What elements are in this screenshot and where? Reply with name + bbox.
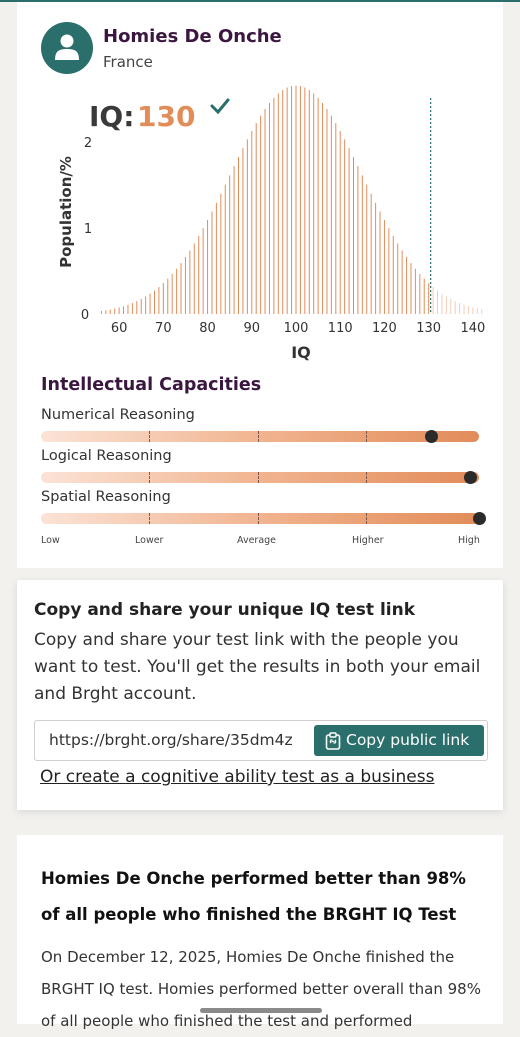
level-low: Low — [41, 535, 60, 546]
bar-tick — [366, 472, 368, 483]
x-tick-label: 100 — [284, 321, 309, 336]
capacity-knob-logical — [464, 471, 478, 484]
y-axis-label: Population/% — [57, 156, 75, 268]
x-tick-label: 140 — [460, 321, 485, 336]
performance-body: On December 12, 2025, Homies De Onche fi… — [41, 948, 481, 1030]
capacity-label-spatial: Spatial Reasoning — [41, 489, 171, 505]
capacities-title: Intellectual Capacities — [41, 375, 262, 395]
x-tick-label: 130 — [416, 321, 441, 336]
bar-tick — [149, 472, 151, 483]
share-link-field[interactable]: https://brght.org/share/35dm4z Copy publ… — [34, 720, 488, 761]
x-tick-label: 70 — [155, 321, 172, 336]
capacity-knob-spatial — [473, 512, 486, 525]
x-tick-label: 80 — [199, 321, 216, 336]
bar-tick — [366, 513, 368, 524]
bar-tick — [258, 472, 260, 483]
level-high: High — [458, 535, 480, 546]
level-higher: Higher — [352, 535, 384, 546]
capacity-bar-spatial — [41, 512, 486, 525]
copy-public-link-button[interactable]: Copy public link — [314, 725, 484, 756]
x-tick-label: 110 — [328, 321, 353, 336]
performance-title: Homies De Onche performed better than 98… — [41, 869, 466, 924]
iq-label: IQ: — [89, 100, 134, 133]
level-average: Average — [237, 535, 277, 546]
share-title: Copy and share your unique IQ test link — [34, 600, 416, 620]
iq-distribution-chart: IQ: 130 Population/% IQ 60 70 80 90 100 110 12… — [57, 85, 485, 362]
check-icon — [210, 98, 230, 115]
copy-button-label: Copy public link — [346, 731, 470, 749]
bar-tick — [258, 513, 260, 524]
business-test-link[interactable]: Or create a cognitive ability test as a … — [40, 767, 434, 787]
clipboard-link-icon — [325, 732, 341, 750]
bar-tick — [258, 431, 260, 442]
y-tick-label: 1 — [84, 222, 92, 237]
x-axis-label: IQ — [291, 343, 311, 362]
x-tick-label: 120 — [372, 321, 397, 336]
capacity-bar-numerical — [41, 430, 479, 443]
home-indicator[interactable] — [200, 1008, 322, 1013]
bar-tick — [149, 513, 151, 524]
share-description: Copy and share your test link with the p… — [34, 630, 481, 704]
avatar — [41, 22, 93, 74]
x-tick-label: 60 — [111, 321, 128, 336]
capacity-label-numerical: Numerical Reasoning — [41, 407, 195, 423]
x-tick-label: 90 — [244, 321, 261, 336]
result-card: Homies De Onche France IQ: 130 Populatio… — [17, 2, 503, 568]
iq-value: 130 — [137, 100, 195, 133]
share-card: Copy and share your unique IQ test link … — [17, 580, 503, 810]
user-name: Homies De Onche — [103, 26, 282, 47]
bar-tick — [366, 431, 368, 442]
capacity-knob-numerical — [424, 430, 438, 443]
level-lower: Lower — [135, 535, 164, 546]
capacity-label-logical: Logical Reasoning — [41, 448, 172, 464]
share-link-text[interactable]: https://brght.org/share/35dm4z — [49, 731, 305, 749]
y-tick-label: 0 — [81, 308, 89, 323]
performance-card: Homies De Onche performed better than 98… — [17, 835, 503, 1030]
capacity-bar-logical — [41, 471, 479, 484]
user-country: France — [103, 53, 153, 71]
user-icon — [55, 34, 79, 60]
y-tick-label: 2 — [84, 136, 92, 151]
bar-tick — [149, 431, 151, 442]
